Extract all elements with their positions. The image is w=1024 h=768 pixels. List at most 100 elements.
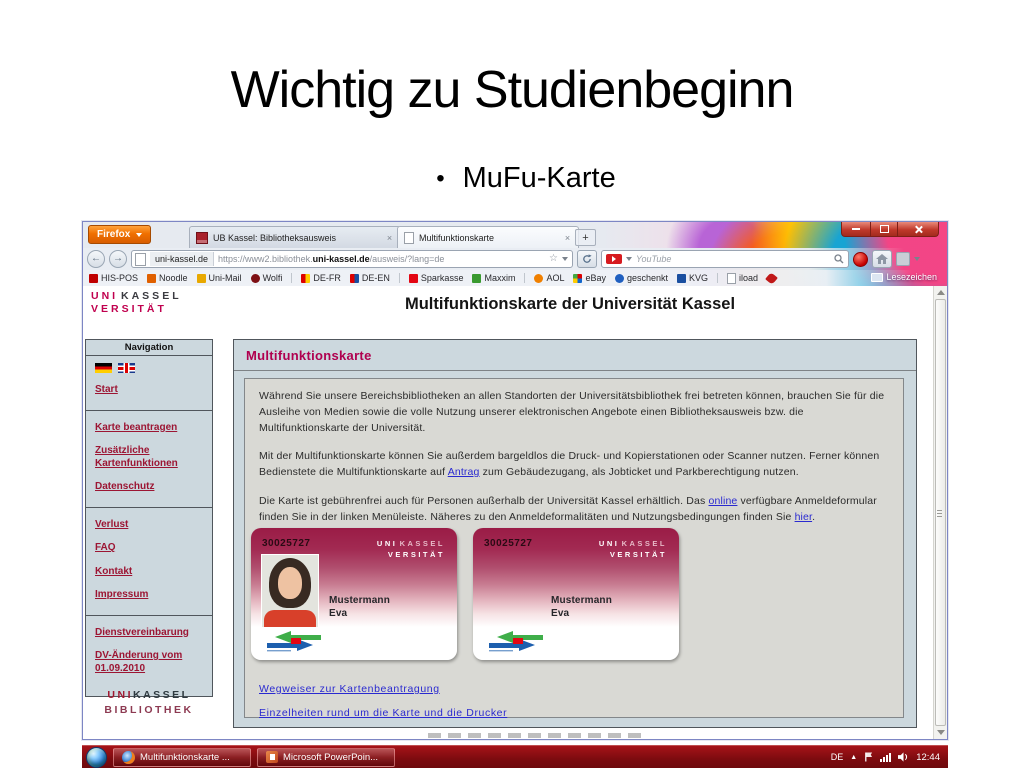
close-button[interactable]: [897, 222, 939, 237]
scroll-down-icon[interactable]: [937, 730, 945, 735]
bookmark-item[interactable]: iload: [727, 272, 758, 284]
clipped-footer-text: [428, 733, 643, 738]
search-placeholder: YouTube: [636, 254, 672, 264]
kvg-icon: [677, 273, 687, 283]
slide-bullet-line: • MuFu-Karte: [14, 162, 1024, 195]
bookmark-star-icon[interactable]: ☆: [549, 254, 558, 264]
search-icon[interactable]: [834, 254, 844, 264]
tab-close-icon[interactable]: ×: [385, 233, 394, 243]
noodle-icon: [147, 273, 157, 283]
de-en-flag-icon: [349, 273, 359, 283]
volume-icon[interactable]: [898, 752, 909, 762]
restore-button[interactable]: [871, 222, 897, 237]
bookmark-item[interactable]: geschenkt: [614, 273, 668, 283]
uni-mail-icon: [196, 273, 206, 283]
reload-icon: [583, 254, 592, 263]
action-center-flag-icon[interactable]: [864, 751, 873, 763]
language-indicator[interactable]: DE: [831, 752, 844, 762]
divider: [86, 506, 212, 508]
taskbar-button-firefox[interactable]: Multifunktionskarte ...: [113, 747, 251, 767]
language-switch: [86, 356, 212, 373]
card-holder-name: Mustermann Eva: [551, 595, 612, 619]
reload-button[interactable]: [577, 250, 597, 268]
new-tab-button[interactable]: +: [575, 229, 596, 246]
site-identity-chip[interactable]: uni-kassel.de: [150, 252, 215, 266]
page-icon: [135, 252, 146, 266]
card-holder-name: Mustermann Eva: [329, 595, 390, 619]
home-button[interactable]: [872, 250, 892, 268]
separator: [524, 273, 526, 283]
start-button[interactable]: [86, 746, 107, 768]
sidebar-item-start[interactable]: Start: [95, 384, 204, 397]
page-favicon: [404, 231, 414, 244]
back-button[interactable]: ←: [87, 250, 105, 268]
mufu-card-no-photo: 30025727 UNI KASSEL VERSITÄT Mustermann …: [473, 528, 679, 660]
bookmark-item[interactable]: AOL: [534, 273, 564, 283]
online-link[interactable]: online: [709, 495, 738, 507]
extension-icon[interactable]: [896, 252, 910, 266]
hier-link[interactable]: hier: [795, 511, 813, 523]
scroll-up-icon[interactable]: [937, 290, 945, 295]
bookmark-item[interactable]: Noodle: [147, 273, 188, 283]
guitar-icon[interactable]: [765, 271, 778, 285]
sidebar-item-datenschutz[interactable]: Datenschutz: [95, 481, 204, 494]
photo-face: [278, 567, 302, 599]
ebay-icon: [573, 273, 583, 283]
tab-close-icon[interactable]: ×: [563, 233, 572, 243]
taskbar-button-powerpoint[interactable]: Microsoft PowerPoin...: [257, 747, 395, 767]
paragraph-1: Während Sie unsere Bereichsbibliotheken …: [259, 390, 885, 434]
youtube-engine-icon[interactable]: [606, 254, 622, 264]
bookmark-item[interactable]: HIS-POS: [89, 273, 138, 283]
uk-flag-icon[interactable]: [118, 363, 135, 373]
minimize-button[interactable]: [841, 222, 871, 237]
bookmark-item[interactable]: Maxxim: [472, 273, 515, 283]
chevron-down-icon[interactable]: [562, 257, 568, 261]
home-icon: [876, 254, 888, 264]
search-box[interactable]: YouTube: [601, 250, 849, 268]
sidebar-item-kartenfunktionen[interactable]: Zusätzliche Kartenfunktionen: [95, 445, 204, 470]
sidebar-item-dienstvereinbarung[interactable]: Dienstvereinbarung: [95, 627, 204, 640]
url-bar[interactable]: uni-kassel.de https://www2.bibliothek.un…: [131, 250, 573, 268]
bookmark-item[interactable]: DE-FR: [301, 273, 341, 283]
bookmark-item[interactable]: Sparkasse: [408, 273, 463, 283]
bookmark-item[interactable]: eBay: [573, 273, 606, 283]
network-signal-icon[interactable]: [880, 752, 892, 762]
aol-icon: [534, 273, 544, 283]
sidebar-item-kontakt[interactable]: Kontakt: [95, 566, 204, 579]
firefox-menu-label: Firefox: [97, 229, 131, 240]
forward-button[interactable]: →: [109, 250, 127, 268]
bookmark-item[interactable]: DE-EN: [349, 273, 390, 283]
vertical-scrollbar[interactable]: [933, 286, 947, 739]
wegweiser-link[interactable]: Wegweiser zur Kartenbeantragung: [259, 682, 440, 698]
german-flag-icon[interactable]: [95, 363, 112, 373]
separator: [398, 273, 400, 283]
tab-ub-kassel[interactable]: UB Kassel: Bibliotheksausweis ×: [189, 226, 401, 248]
scrollbar-grip: [937, 509, 942, 517]
page-title: Multifunktionskarte der Universität Kass…: [404, 295, 736, 313]
scrollbar-thumb[interactable]: [935, 299, 946, 726]
folder-icon: [871, 272, 884, 282]
tab-multifunktionskarte[interactable]: Multifunktionskarte ×: [397, 226, 579, 248]
bookmarks-overflow[interactable]: Lesezeichen: [871, 272, 937, 282]
sidebar-item-dv-aenderung[interactable]: DV-Änderung vom 01.09.2010: [95, 650, 204, 675]
bookmarks-toolbar: HIS-POS Noodle Uni-Mail Wolfi DE-FR DE-E…: [83, 270, 947, 286]
bookmark-item[interactable]: Wolfi: [250, 273, 282, 283]
bookmark-item[interactable]: Uni-Mail: [196, 273, 242, 283]
sidebar-item-faq[interactable]: FAQ: [95, 542, 204, 555]
sidebar-item-karte-beantragen[interactable]: Karte beantragen: [95, 422, 204, 435]
sidebar-item-verlust[interactable]: Verlust: [95, 519, 204, 532]
divider: [86, 614, 212, 616]
bullet-icon: •: [436, 164, 445, 192]
close-icon: [914, 225, 923, 234]
firefox-menu-button[interactable]: Firefox: [88, 225, 152, 244]
adblock-icon[interactable]: [853, 251, 868, 267]
card-number: 30025727: [262, 538, 311, 549]
chevron-down-icon[interactable]: [914, 257, 920, 261]
clock[interactable]: 12:44: [916, 752, 940, 763]
bookmark-item[interactable]: KVG: [677, 273, 708, 283]
show-hidden-icons[interactable]: ▲: [850, 754, 857, 761]
sidebar-item-impressum[interactable]: Impressum: [95, 589, 204, 602]
einzelheiten-link[interactable]: Einzelheiten rund um die Karte und die D…: [259, 706, 507, 722]
chevron-down-icon[interactable]: [626, 257, 632, 261]
antrag-link[interactable]: Antrag: [448, 466, 480, 478]
